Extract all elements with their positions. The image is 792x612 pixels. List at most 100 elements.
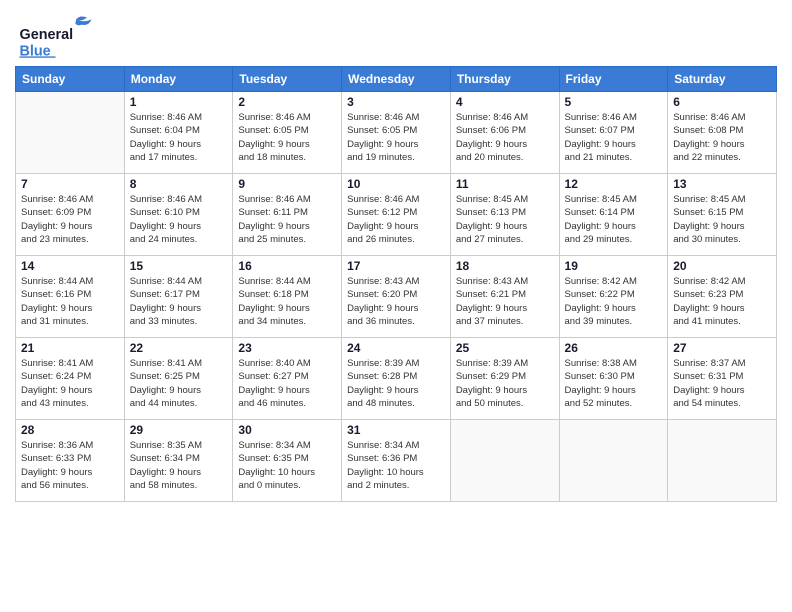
weekday-header-monday: Monday xyxy=(124,67,233,92)
day-number: 3 xyxy=(347,95,445,109)
day-number: 8 xyxy=(130,177,228,191)
day-info: Sunrise: 8:46 AMSunset: 6:10 PMDaylight:… xyxy=(130,193,228,246)
day-info: Sunrise: 8:42 AMSunset: 6:22 PMDaylight:… xyxy=(565,275,663,328)
day-info: Sunrise: 8:46 AMSunset: 6:06 PMDaylight:… xyxy=(456,111,554,164)
day-number: 28 xyxy=(21,423,119,437)
day-info: Sunrise: 8:37 AMSunset: 6:31 PMDaylight:… xyxy=(673,357,771,410)
day-number: 18 xyxy=(456,259,554,273)
calendar-day-cell: 27 Sunrise: 8:37 AMSunset: 6:31 PMDayligh… xyxy=(668,338,777,420)
empty-cell xyxy=(559,420,668,502)
calendar-day-cell: 23 Sunrise: 8:40 AMSunset: 6:27 PMDayligh… xyxy=(233,338,342,420)
calendar-day-cell: 11 Sunrise: 8:45 AMSunset: 6:13 PMDayligh… xyxy=(450,174,559,256)
day-info: Sunrise: 8:42 AMSunset: 6:23 PMDaylight:… xyxy=(673,275,771,328)
day-info: Sunrise: 8:34 AMSunset: 6:36 PMDaylight:… xyxy=(347,439,445,492)
weekday-header-tuesday: Tuesday xyxy=(233,67,342,92)
header: General Blue xyxy=(15,10,777,60)
day-info: Sunrise: 8:40 AMSunset: 6:27 PMDaylight:… xyxy=(238,357,336,410)
logo-svg: General Blue xyxy=(15,10,105,60)
day-number: 9 xyxy=(238,177,336,191)
day-info: Sunrise: 8:34 AMSunset: 6:35 PMDaylight:… xyxy=(238,439,336,492)
day-info: Sunrise: 8:44 AMSunset: 6:17 PMDaylight:… xyxy=(130,275,228,328)
calendar-day-cell: 9 Sunrise: 8:46 AMSunset: 6:11 PMDaylight… xyxy=(233,174,342,256)
day-info: Sunrise: 8:36 AMSunset: 6:33 PMDaylight:… xyxy=(21,439,119,492)
day-number: 29 xyxy=(130,423,228,437)
day-number: 20 xyxy=(673,259,771,273)
weekday-header-row: SundayMondayTuesdayWednesdayThursdayFrid… xyxy=(16,67,777,92)
weekday-header-sunday: Sunday xyxy=(16,67,125,92)
weekday-header-saturday: Saturday xyxy=(668,67,777,92)
day-number: 17 xyxy=(347,259,445,273)
day-number: 13 xyxy=(673,177,771,191)
day-info: Sunrise: 8:41 AMSunset: 6:24 PMDaylight:… xyxy=(21,357,119,410)
day-info: Sunrise: 8:46 AMSunset: 6:12 PMDaylight:… xyxy=(347,193,445,246)
day-info: Sunrise: 8:46 AMSunset: 6:04 PMDaylight:… xyxy=(130,111,228,164)
calendar-week-row: 28 Sunrise: 8:36 AMSunset: 6:33 PMDayligh… xyxy=(16,420,777,502)
calendar-day-cell: 16Sunrise: 8:44 AMSunset: 6:18 PMDayligh… xyxy=(233,256,342,338)
day-number: 27 xyxy=(673,341,771,355)
day-number: 2 xyxy=(238,95,336,109)
day-info: Sunrise: 8:46 AMSunset: 6:05 PMDaylight:… xyxy=(347,111,445,164)
calendar-day-cell: 30 Sunrise: 8:34 AMSunset: 6:35 PMDayligh… xyxy=(233,420,342,502)
day-info: Sunrise: 8:39 AMSunset: 6:29 PMDaylight:… xyxy=(456,357,554,410)
svg-text:General: General xyxy=(20,27,74,43)
weekday-header-wednesday: Wednesday xyxy=(342,67,451,92)
calendar-day-cell: 24 Sunrise: 8:39 AMSunset: 6:28 PMDayligh… xyxy=(342,338,451,420)
empty-cell xyxy=(668,420,777,502)
day-number: 5 xyxy=(565,95,663,109)
calendar-day-cell: 1Sunrise: 8:46 AMSunset: 6:04 PMDaylight… xyxy=(124,92,233,174)
logo: General Blue xyxy=(15,10,105,60)
calendar-day-cell: 28 Sunrise: 8:36 AMSunset: 6:33 PMDayligh… xyxy=(16,420,125,502)
empty-cell xyxy=(450,420,559,502)
weekday-header-friday: Friday xyxy=(559,67,668,92)
day-info: Sunrise: 8:35 AMSunset: 6:34 PMDaylight:… xyxy=(130,439,228,492)
calendar-day-cell: 13 Sunrise: 8:45 AMSunset: 6:15 PMDayligh… xyxy=(668,174,777,256)
day-number: 7 xyxy=(21,177,119,191)
calendar-day-cell: 20 Sunrise: 8:42 AMSunset: 6:23 PMDayligh… xyxy=(668,256,777,338)
day-info: Sunrise: 8:45 AMSunset: 6:15 PMDaylight:… xyxy=(673,193,771,246)
calendar-day-cell: 15Sunrise: 8:44 AMSunset: 6:17 PMDayligh… xyxy=(124,256,233,338)
day-info: Sunrise: 8:45 AMSunset: 6:13 PMDaylight:… xyxy=(456,193,554,246)
day-info: Sunrise: 8:38 AMSunset: 6:30 PMDaylight:… xyxy=(565,357,663,410)
day-info: Sunrise: 8:44 AMSunset: 6:16 PMDaylight:… xyxy=(21,275,119,328)
day-info: Sunrise: 8:44 AMSunset: 6:18 PMDaylight:… xyxy=(238,275,336,328)
calendar-day-cell: 19 Sunrise: 8:42 AMSunset: 6:22 PMDayligh… xyxy=(559,256,668,338)
day-number: 12 xyxy=(565,177,663,191)
calendar-day-cell: 31 Sunrise: 8:34 AMSunset: 6:36 PMDayligh… xyxy=(342,420,451,502)
day-info: Sunrise: 8:39 AMSunset: 6:28 PMDaylight:… xyxy=(347,357,445,410)
calendar-day-cell: 7 Sunrise: 8:46 AMSunset: 6:09 PMDaylight… xyxy=(16,174,125,256)
day-number: 23 xyxy=(238,341,336,355)
calendar-day-cell: 18 Sunrise: 8:43 AMSunset: 6:21 PMDayligh… xyxy=(450,256,559,338)
calendar-day-cell: 10Sunrise: 8:46 AMSunset: 6:12 PMDayligh… xyxy=(342,174,451,256)
day-number: 26 xyxy=(565,341,663,355)
calendar-week-row: 21 Sunrise: 8:41 AMSunset: 6:24 PMDayligh… xyxy=(16,338,777,420)
weekday-header-thursday: Thursday xyxy=(450,67,559,92)
day-info: Sunrise: 8:46 AMSunset: 6:11 PMDaylight:… xyxy=(238,193,336,246)
day-number: 6 xyxy=(673,95,771,109)
day-info: Sunrise: 8:46 AMSunset: 6:07 PMDaylight:… xyxy=(565,111,663,164)
day-number: 19 xyxy=(565,259,663,273)
day-info: Sunrise: 8:45 AMSunset: 6:14 PMDaylight:… xyxy=(565,193,663,246)
calendar-day-cell: 25Sunrise: 8:39 AMSunset: 6:29 PMDayligh… xyxy=(450,338,559,420)
calendar-day-cell: 29 Sunrise: 8:35 AMSunset: 6:34 PMDayligh… xyxy=(124,420,233,502)
calendar-day-cell: 22Sunrise: 8:41 AMSunset: 6:25 PMDayligh… xyxy=(124,338,233,420)
calendar-week-row: 7 Sunrise: 8:46 AMSunset: 6:09 PMDaylight… xyxy=(16,174,777,256)
day-info: Sunrise: 8:43 AMSunset: 6:21 PMDaylight:… xyxy=(456,275,554,328)
day-info: Sunrise: 8:46 AMSunset: 6:05 PMDaylight:… xyxy=(238,111,336,164)
day-number: 21 xyxy=(21,341,119,355)
calendar-day-cell: 17 Sunrise: 8:43 AMSunset: 6:20 PMDayligh… xyxy=(342,256,451,338)
day-number: 11 xyxy=(456,177,554,191)
day-number: 24 xyxy=(347,341,445,355)
calendar-table: SundayMondayTuesdayWednesdayThursdayFrid… xyxy=(15,66,777,502)
calendar-day-cell: 8 Sunrise: 8:46 AMSunset: 6:10 PMDaylight… xyxy=(124,174,233,256)
calendar-day-cell: 5 Sunrise: 8:46 AMSunset: 6:07 PMDaylight… xyxy=(559,92,668,174)
calendar-day-cell: 12 Sunrise: 8:45 AMSunset: 6:14 PMDayligh… xyxy=(559,174,668,256)
calendar-day-cell: 14 Sunrise: 8:44 AMSunset: 6:16 PMDayligh… xyxy=(16,256,125,338)
day-number: 14 xyxy=(21,259,119,273)
day-info: Sunrise: 8:41 AMSunset: 6:25 PMDaylight:… xyxy=(130,357,228,410)
day-info: Sunrise: 8:46 AMSunset: 6:09 PMDaylight:… xyxy=(21,193,119,246)
calendar-day-cell: 2 Sunrise: 8:46 AMSunset: 6:05 PMDaylight… xyxy=(233,92,342,174)
calendar-day-cell: 26 Sunrise: 8:38 AMSunset: 6:30 PMDayligh… xyxy=(559,338,668,420)
day-number: 31 xyxy=(347,423,445,437)
day-number: 30 xyxy=(238,423,336,437)
day-info: Sunrise: 8:43 AMSunset: 6:20 PMDaylight:… xyxy=(347,275,445,328)
